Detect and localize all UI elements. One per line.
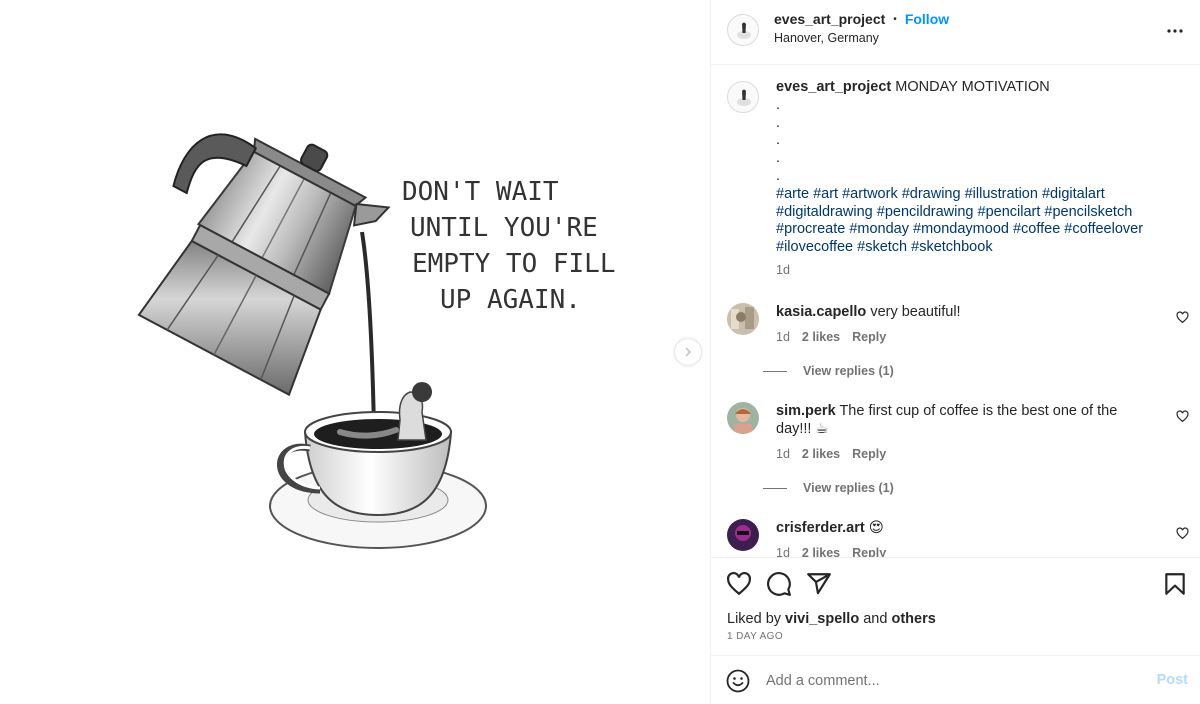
comments-list[interactable]: eves_art_project MONDAY MOTIVATION . . .… — [711, 65, 1200, 557]
liked-by-text: Liked by vivi_spello and others — [727, 611, 936, 627]
follow-button[interactable]: Follow — [905, 11, 949, 27]
caption-dot: . — [776, 96, 781, 113]
comment-item: kasia.capello very beautiful! 1d 2 likes… — [727, 303, 1189, 346]
post-side-panel: eves_art_project • Follow Hanover, Germa… — [710, 0, 1200, 704]
comment-time: 1d — [776, 447, 790, 461]
quote-line: UP AGAIN. — [440, 285, 581, 315]
caption-time: 1d — [776, 262, 790, 277]
caption-dot: . — [776, 167, 781, 184]
avatar-logo-icon — [737, 89, 751, 106]
reply-button[interactable]: Reply — [852, 328, 886, 346]
post-media: DON'T WAIT UNTIL YOU'RE EMPTY TO FILL UP… — [0, 0, 710, 704]
heart-icon[interactable] — [1176, 311, 1189, 324]
comment-item: sim.perk The first cup of coffee is the … — [727, 402, 1189, 463]
avatar-photo-icon — [727, 519, 759, 551]
quote-line: EMPTY TO FILL — [412, 249, 616, 279]
comment-item: crisferder.art 😍 1d 2 likes Reply — [727, 519, 1189, 557]
quote-line: DON'T WAIT — [402, 177, 559, 207]
artwork-image: DON'T WAIT UNTIL YOU'RE EMPTY TO FILL UP… — [137, 133, 616, 549]
heart-icon[interactable] — [1176, 527, 1189, 540]
more-options-icon[interactable] — [1166, 22, 1184, 40]
view-replies-label: View replies (1) — [803, 364, 894, 378]
bookmark-icon[interactable] — [1162, 571, 1188, 597]
avatar-photo-icon — [727, 303, 759, 335]
caption-avatar[interactable] — [727, 81, 759, 113]
header-text: eves_art_project • Follow Hanover, Germa… — [774, 11, 949, 45]
avatar-photo-icon — [727, 402, 759, 434]
author-username[interactable]: eves_art_project — [774, 11, 885, 27]
caption-hashtags[interactable]: #arte #art #artwork #drawing #illustrati… — [776, 186, 1187, 257]
reply-button[interactable]: Reply — [852, 544, 886, 557]
liked-by-user[interactable]: vivi_spello — [785, 611, 859, 627]
reply-button[interactable]: Reply — [852, 445, 886, 463]
comment-username[interactable]: crisferder.art — [776, 520, 865, 536]
emoji-icon[interactable] — [726, 669, 750, 693]
chevron-right-icon — [685, 347, 692, 357]
comment-likes[interactable]: 2 likes — [802, 328, 840, 346]
view-replies-button[interactable]: View replies (1) — [763, 364, 894, 378]
moka-pot-drawing — [137, 133, 391, 397]
comment-time: 1d — [776, 330, 790, 344]
caption-dot: . — [776, 132, 781, 149]
instagram-post-modal: DON'T WAIT UNTIL YOU'RE EMPTY TO FILL UP… — [0, 0, 1200, 704]
view-replies-label: View replies (1) — [803, 481, 894, 495]
send-icon[interactable] — [806, 571, 832, 597]
commenter-avatar[interactable] — [727, 402, 759, 434]
commenter-avatar[interactable] — [727, 303, 759, 335]
quote-line: UNTIL YOU'RE — [410, 213, 598, 243]
post-caption: eves_art_project MONDAY MOTIVATION . . .… — [727, 79, 1187, 280]
liked-by-others[interactable]: others — [891, 611, 935, 627]
heart-icon[interactable] — [726, 571, 752, 597]
comment-username[interactable]: sim.perk — [776, 403, 836, 419]
heart-icon[interactable] — [1176, 410, 1189, 423]
view-replies-button[interactable]: View replies (1) — [763, 481, 894, 495]
comment-input[interactable] — [766, 668, 1136, 693]
comment-time: 1d — [776, 546, 790, 557]
commenter-avatar[interactable] — [727, 519, 759, 551]
post-comment-button[interactable]: Post — [1157, 672, 1188, 688]
avatar-logo-icon — [737, 22, 751, 39]
quote-text: DON'T WAIT UNTIL YOU'RE EMPTY TO FILL UP… — [402, 177, 616, 315]
caption-dot: . — [776, 114, 781, 131]
caption-dot: . — [776, 150, 781, 167]
post-header: eves_art_project • Follow Hanover, Germa… — [711, 0, 1200, 65]
comment-text: 😍 — [868, 520, 884, 536]
comment-text: very beautiful! — [870, 304, 961, 320]
comment-icon[interactable] — [766, 571, 792, 597]
post-actions: Liked by vivi_spello and others 1 DAY AG… — [711, 557, 1200, 655]
comment-username[interactable]: kasia.capello — [776, 304, 866, 320]
liked-by-prefix: Liked by — [727, 611, 782, 627]
comment-likes[interactable]: 2 likes — [802, 544, 840, 557]
author-avatar[interactable] — [727, 14, 759, 46]
post-time-ago: 1 DAY AGO — [727, 631, 784, 642]
caption-username[interactable]: eves_art_project — [776, 79, 891, 95]
separator-dot: • — [893, 13, 897, 25]
add-comment-bar: Post — [711, 655, 1200, 704]
comment-likes[interactable]: 2 likes — [802, 445, 840, 463]
caption-text: MONDAY MOTIVATION — [895, 79, 1050, 95]
post-location[interactable]: Hanover, Germany — [774, 31, 949, 45]
replies-line — [763, 370, 787, 372]
liked-by-and: and — [863, 611, 888, 627]
next-media-button[interactable] — [674, 338, 702, 366]
replies-line — [763, 487, 787, 489]
